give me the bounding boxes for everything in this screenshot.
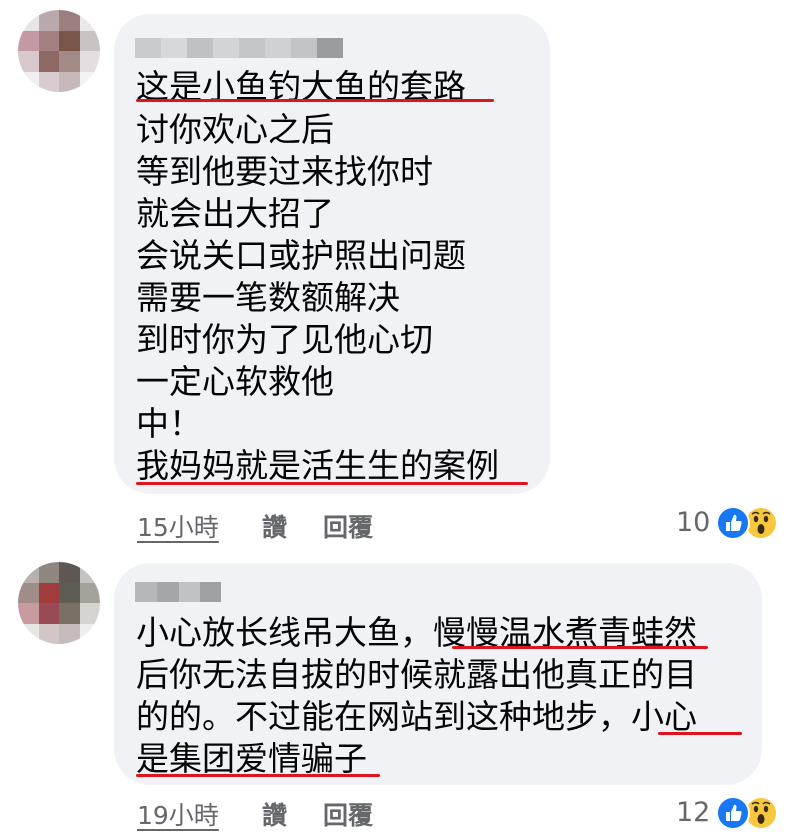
comment-text-line: 会说关口或护照出问题 <box>136 236 466 275</box>
comment-text-line: 一定心软救他 <box>136 362 334 401</box>
comment-timestamp[interactable]: 19小時 <box>137 796 219 832</box>
comment-text-line: 我妈妈就是活生生的案例 <box>136 446 499 485</box>
avatar[interactable] <box>18 562 100 644</box>
like-button[interactable]: 讚 <box>262 508 287 544</box>
comment-text-line: 中！ <box>136 404 202 443</box>
reaction-count[interactable]: 12 <box>676 797 710 828</box>
highlight-underline <box>452 646 708 649</box>
like-button[interactable]: 讚 <box>262 796 287 832</box>
avatar[interactable] <box>18 10 100 92</box>
comment-text-line: 后你无法自拔的时候就露出他真正的目 <box>136 655 697 694</box>
comment-text-line: 讨你欢心之后 <box>136 110 334 149</box>
reaction-count[interactable]: 10 <box>676 507 710 538</box>
comment-text-line: 的的。不过能在网站到这种地步，小心 <box>136 697 697 736</box>
author-name[interactable] <box>135 38 343 58</box>
highlight-underline <box>136 99 494 102</box>
comment-timestamp[interactable]: 15小時 <box>137 508 219 544</box>
reply-button[interactable]: 回覆 <box>323 796 373 832</box>
highlight-underline <box>136 482 528 485</box>
thumbs-up-icon[interactable] <box>716 796 750 830</box>
highlight-underline <box>136 774 380 777</box>
comment-text-line: 等到他要过来找你时 <box>136 152 433 191</box>
comment-text-line: 到时你为了见他心切 <box>136 320 433 359</box>
comment-text-line: 就会出大招了 <box>136 194 334 233</box>
comment-text-line: 需要一笔数额解决 <box>136 278 400 317</box>
highlight-underline <box>658 732 742 735</box>
author-name[interactable] <box>135 582 221 602</box>
thumbs-up-icon[interactable] <box>716 506 750 540</box>
reply-button[interactable]: 回覆 <box>323 508 373 544</box>
